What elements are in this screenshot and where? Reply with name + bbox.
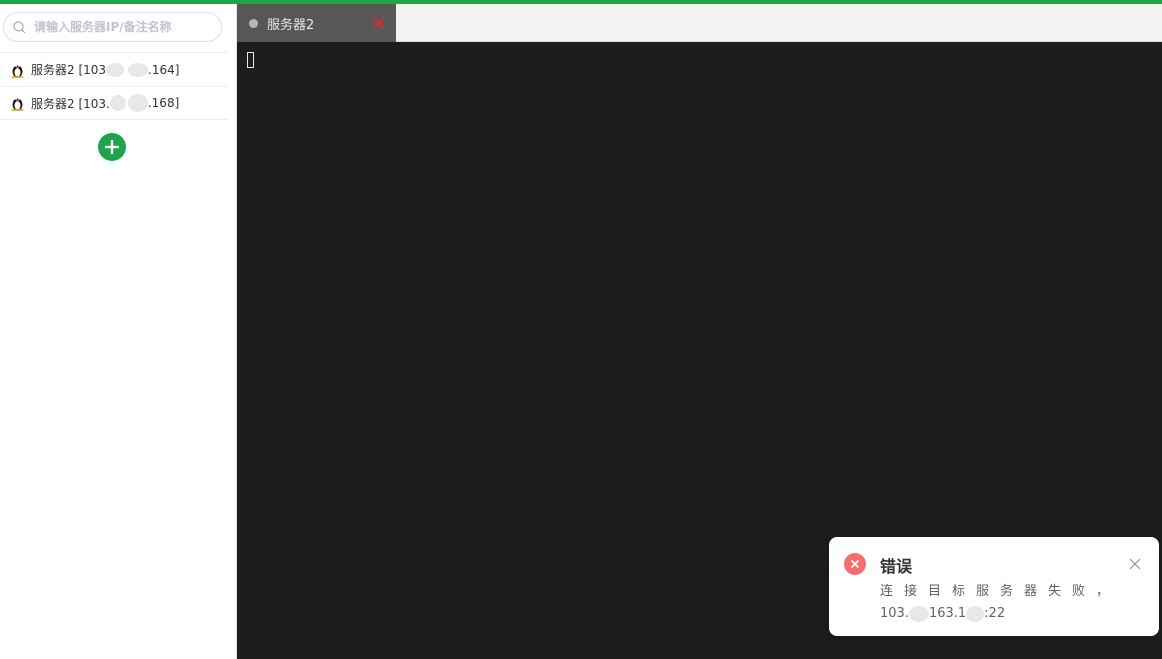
notification-message: 连接目标服务器失败， 103. 163.1 :22 — [880, 581, 1132, 625]
linux-icon — [11, 98, 24, 111]
linux-icon — [11, 64, 24, 78]
close-icon[interactable] — [372, 16, 386, 30]
redacted-ip-blur — [908, 605, 929, 622]
notification-message-line2: 103. 163.1 :22 — [880, 603, 1132, 625]
redacted-ip-blur — [127, 94, 148, 112]
add-server-button[interactable] — [98, 133, 126, 161]
server-item[interactable]: 服务器2 [103 .164] — [0, 52, 228, 86]
redacted-ip-blur — [128, 62, 149, 77]
notification-ip-end: :22 — [984, 606, 1006, 621]
close-icon[interactable] — [1129, 558, 1141, 570]
search-box[interactable] — [3, 12, 222, 42]
error-notification: 错误 连接目标服务器失败， 103. 163.1 :22 — [829, 537, 1159, 636]
notification-message-line1: 连接目标服务器失败， — [880, 584, 1121, 599]
error-icon — [844, 553, 866, 575]
tab-server2[interactable]: 服务器2 — [237, 4, 396, 42]
search-icon — [13, 20, 26, 33]
terminal-cursor — [247, 52, 254, 68]
redacted-ip-blur — [109, 95, 126, 111]
server-label-end: .168] — [147, 96, 180, 110]
notification-ip-mid: 163.1 — [928, 606, 967, 621]
server-label-start: 服务器2 [103 — [31, 63, 107, 77]
x-mark-icon — [850, 559, 860, 569]
server-list: 服务器2 [103 .164] 服务器2 [103. .168] — [0, 52, 228, 120]
server-label-start: 服务器2 [103. — [31, 96, 110, 111]
notification-ip-start: 103. — [880, 606, 909, 621]
tab-label: 服务器2 — [267, 17, 315, 33]
plus-icon — [105, 140, 119, 154]
redacted-ip-blur — [106, 62, 125, 77]
server-item[interactable]: 服务器2 [103. .168] — [0, 86, 228, 120]
dot-icon — [249, 18, 258, 28]
tab-bar: 服务器2 — [237, 4, 1162, 42]
sidebar: 服务器2 [103 .164] 服务器2 [103. .168] — [0, 4, 237, 659]
notification-title: 错误 — [880, 557, 913, 576]
redacted-ip-blur — [966, 605, 985, 622]
search-input[interactable] — [32, 19, 206, 35]
server-label-end: .164] — [148, 62, 180, 77]
